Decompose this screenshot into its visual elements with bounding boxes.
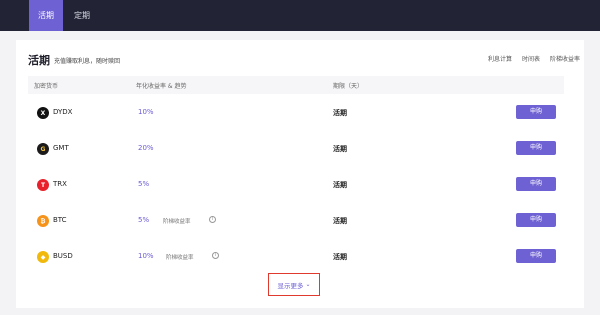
- coin-name: BTC: [53, 216, 67, 224]
- term-value: 活期: [333, 181, 347, 189]
- tab-fixed[interactable]: 定期: [65, 0, 99, 31]
- term-value: 活期: [333, 217, 347, 225]
- subscribe-button[interactable]: 申购: [516, 249, 556, 263]
- page-subtitle: 充值赚取利息，随时赎回: [54, 58, 121, 65]
- show-more-button[interactable]: 显示更多 ⌄: [268, 273, 320, 296]
- info-icon[interactable]: i: [209, 216, 216, 223]
- trx-icon: T: [37, 179, 49, 191]
- interest-calc-link[interactable]: 利息计算: [488, 54, 512, 63]
- btc-icon: ₿: [37, 215, 49, 227]
- column-header-term: 期限（天）: [333, 83, 364, 90]
- table-row: G GMT 20% 活期 申购: [28, 131, 564, 167]
- tab-current[interactable]: 活期: [29, 0, 63, 31]
- tiered-rate-label: 阶梯收益率: [166, 255, 194, 261]
- table-header: 加密货币 年化收益率 & 趋势 期限（天）: [28, 76, 564, 94]
- tiered-rate-link[interactable]: 阶梯收益率: [550, 54, 580, 63]
- apy-value: 20%: [138, 144, 154, 152]
- savings-card: 活期 充值赚取利息，随时赎回 利息计算 时间表 阶梯收益率 加密货币 年化收益率…: [16, 40, 584, 308]
- coin-name: BUSD: [53, 252, 73, 260]
- term-value: 活期: [333, 145, 347, 153]
- apy-value: 10%: [138, 108, 154, 116]
- coin-name: TRX: [53, 180, 67, 188]
- gmt-icon: G: [37, 143, 49, 155]
- tiered-rate-label: 阶梯收益率: [163, 219, 191, 225]
- busd-icon: ◆: [37, 251, 49, 263]
- page-title: 活期: [28, 54, 50, 67]
- table-row: T TRX 5% 活期 申购: [28, 167, 564, 203]
- apy-value: 10%: [138, 252, 154, 260]
- column-header-coin: 加密货币: [34, 83, 59, 90]
- table-row: ₿ BTC 5% 阶梯收益率 i 活期 申购: [28, 203, 564, 239]
- column-header-apy: 年化收益率 & 趋势: [136, 83, 187, 90]
- schedule-link[interactable]: 时间表: [522, 54, 540, 63]
- table-row: X DYDX 10% 活期 申购: [28, 95, 564, 131]
- apy-value: 5%: [138, 180, 150, 188]
- table-row: ◆ BUSD 10% 阶梯收益率 i 活期 申购: [28, 239, 564, 275]
- subscribe-button[interactable]: 申购: [516, 141, 556, 155]
- chevron-down-icon: ⌄: [305, 281, 311, 288]
- subscribe-button[interactable]: 申购: [516, 177, 556, 191]
- show-more-label: 显示更多: [277, 281, 304, 290]
- coin-name: DYDX: [53, 108, 73, 116]
- subscribe-button[interactable]: 申购: [516, 213, 556, 227]
- term-value: 活期: [333, 109, 347, 117]
- info-icon[interactable]: i: [212, 252, 219, 259]
- subscribe-button[interactable]: 申购: [516, 105, 556, 119]
- header-links: 利息计算 时间表 阶梯收益率: [488, 54, 580, 63]
- top-nav-bar: 活期 定期: [0, 0, 600, 31]
- coin-name: GMT: [53, 144, 69, 152]
- term-value: 活期: [333, 253, 347, 261]
- dydx-icon: X: [37, 107, 49, 119]
- apy-value: 5%: [138, 216, 150, 224]
